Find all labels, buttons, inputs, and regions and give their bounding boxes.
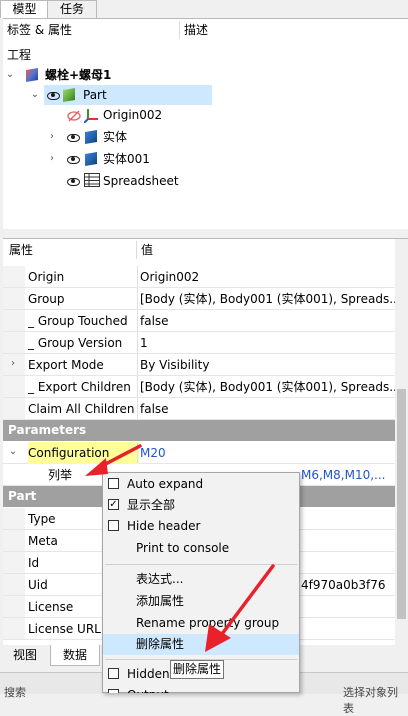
eye-hidden-icon[interactable] xyxy=(67,110,81,122)
prop-row-export-children[interactable]: _ Export Children [Body (实体), Body001 (实体… xyxy=(3,376,395,398)
prop-row-claim-all-children[interactable]: Claim All Children false xyxy=(3,398,395,420)
tree-item-spreadsheet[interactable]: Spreadsheet xyxy=(103,171,179,191)
checkbox-checked[interactable]: ✓ xyxy=(108,499,119,510)
chevron-right-icon[interactable]: › xyxy=(47,149,57,169)
tree-item-body001[interactable]: 实体001 xyxy=(103,149,150,169)
search-label-cut: 搜索 xyxy=(4,686,26,699)
axis-icon xyxy=(84,109,98,123)
tree-item-part[interactable]: Part xyxy=(83,85,107,105)
tab-model[interactable]: 模型 xyxy=(0,0,49,18)
tab-view[interactable]: 视图 xyxy=(3,645,47,665)
body-icon xyxy=(85,151,97,167)
property-scrollbar[interactable] xyxy=(395,239,408,645)
header-divider xyxy=(136,241,137,259)
chevron-down-icon[interactable]: ⌄ xyxy=(30,85,40,105)
selection-list-label-cut: 选择对象列表 xyxy=(343,686,398,715)
tree-header-labels[interactable]: 标签 & 属性 xyxy=(7,19,72,41)
tab-data[interactable]: 数据 xyxy=(50,645,100,666)
prop-header-value[interactable]: 值 xyxy=(141,239,153,261)
menu-item-cut[interactable]: Output xyxy=(103,685,299,693)
prop-row-configuration[interactable]: ⌄ Configuration M20 xyxy=(3,442,395,464)
header-divider xyxy=(179,21,180,39)
scrollbar-thumb[interactable] xyxy=(397,389,406,619)
part-icon xyxy=(63,87,75,103)
menu-item-print-console[interactable]: Print to console xyxy=(103,538,299,559)
eye-icon[interactable] xyxy=(67,178,80,186)
red-arrow-icon xyxy=(85,444,142,476)
eye-icon[interactable] xyxy=(67,156,80,164)
checkbox-unchecked[interactable] xyxy=(108,520,119,531)
tree-header-description[interactable]: 描述 xyxy=(184,19,208,41)
eye-icon[interactable] xyxy=(47,92,60,100)
red-arrow-icon xyxy=(205,564,275,652)
chevron-down-icon[interactable]: ⌄ xyxy=(8,442,18,462)
tree-item-body[interactable]: 实体 xyxy=(103,127,127,147)
chevron-right-icon[interactable]: › xyxy=(47,127,57,147)
prop-row-group-version[interactable]: _ Group Version 1 xyxy=(3,332,395,354)
body-icon xyxy=(85,129,97,145)
prop-row-group-touched[interactable]: _ Group Touched false xyxy=(3,310,395,332)
prop-row-origin[interactable]: Origin Origin002 xyxy=(3,266,395,288)
tree-root-label: 工程 xyxy=(7,48,32,62)
tree-view: 标签 & 属性 描述 工程 ⌄ 螺栓+螺母1 ⌄ Part Origin002 … xyxy=(3,18,408,229)
checkbox-unchecked[interactable] xyxy=(108,668,119,679)
prop-row-export-mode[interactable]: › Export Mode By Visibility xyxy=(3,354,395,376)
checkbox-unchecked[interactable] xyxy=(108,689,119,693)
prop-row-group[interactable]: Group [Body (实体), Body001 (实体001), Spread… xyxy=(3,288,395,310)
spreadsheet-icon xyxy=(84,173,100,187)
tree-item-document[interactable]: 螺栓+螺母1 xyxy=(45,65,111,85)
chevron-right-icon[interactable]: › xyxy=(8,354,18,374)
tab-tasks[interactable]: 任务 xyxy=(47,0,97,18)
prop-header-name[interactable]: 属性 xyxy=(9,239,33,261)
tree-item-origin[interactable]: Origin002 xyxy=(103,105,162,125)
menu-item-hide-header[interactable]: Hide header xyxy=(103,516,299,537)
eye-icon[interactable] xyxy=(67,134,80,142)
group-parameters[interactable]: Parameters xyxy=(3,420,395,441)
tooltip: 删除属性 xyxy=(170,660,225,679)
document-icon xyxy=(26,67,38,83)
chevron-down-icon[interactable]: ⌄ xyxy=(5,65,15,85)
